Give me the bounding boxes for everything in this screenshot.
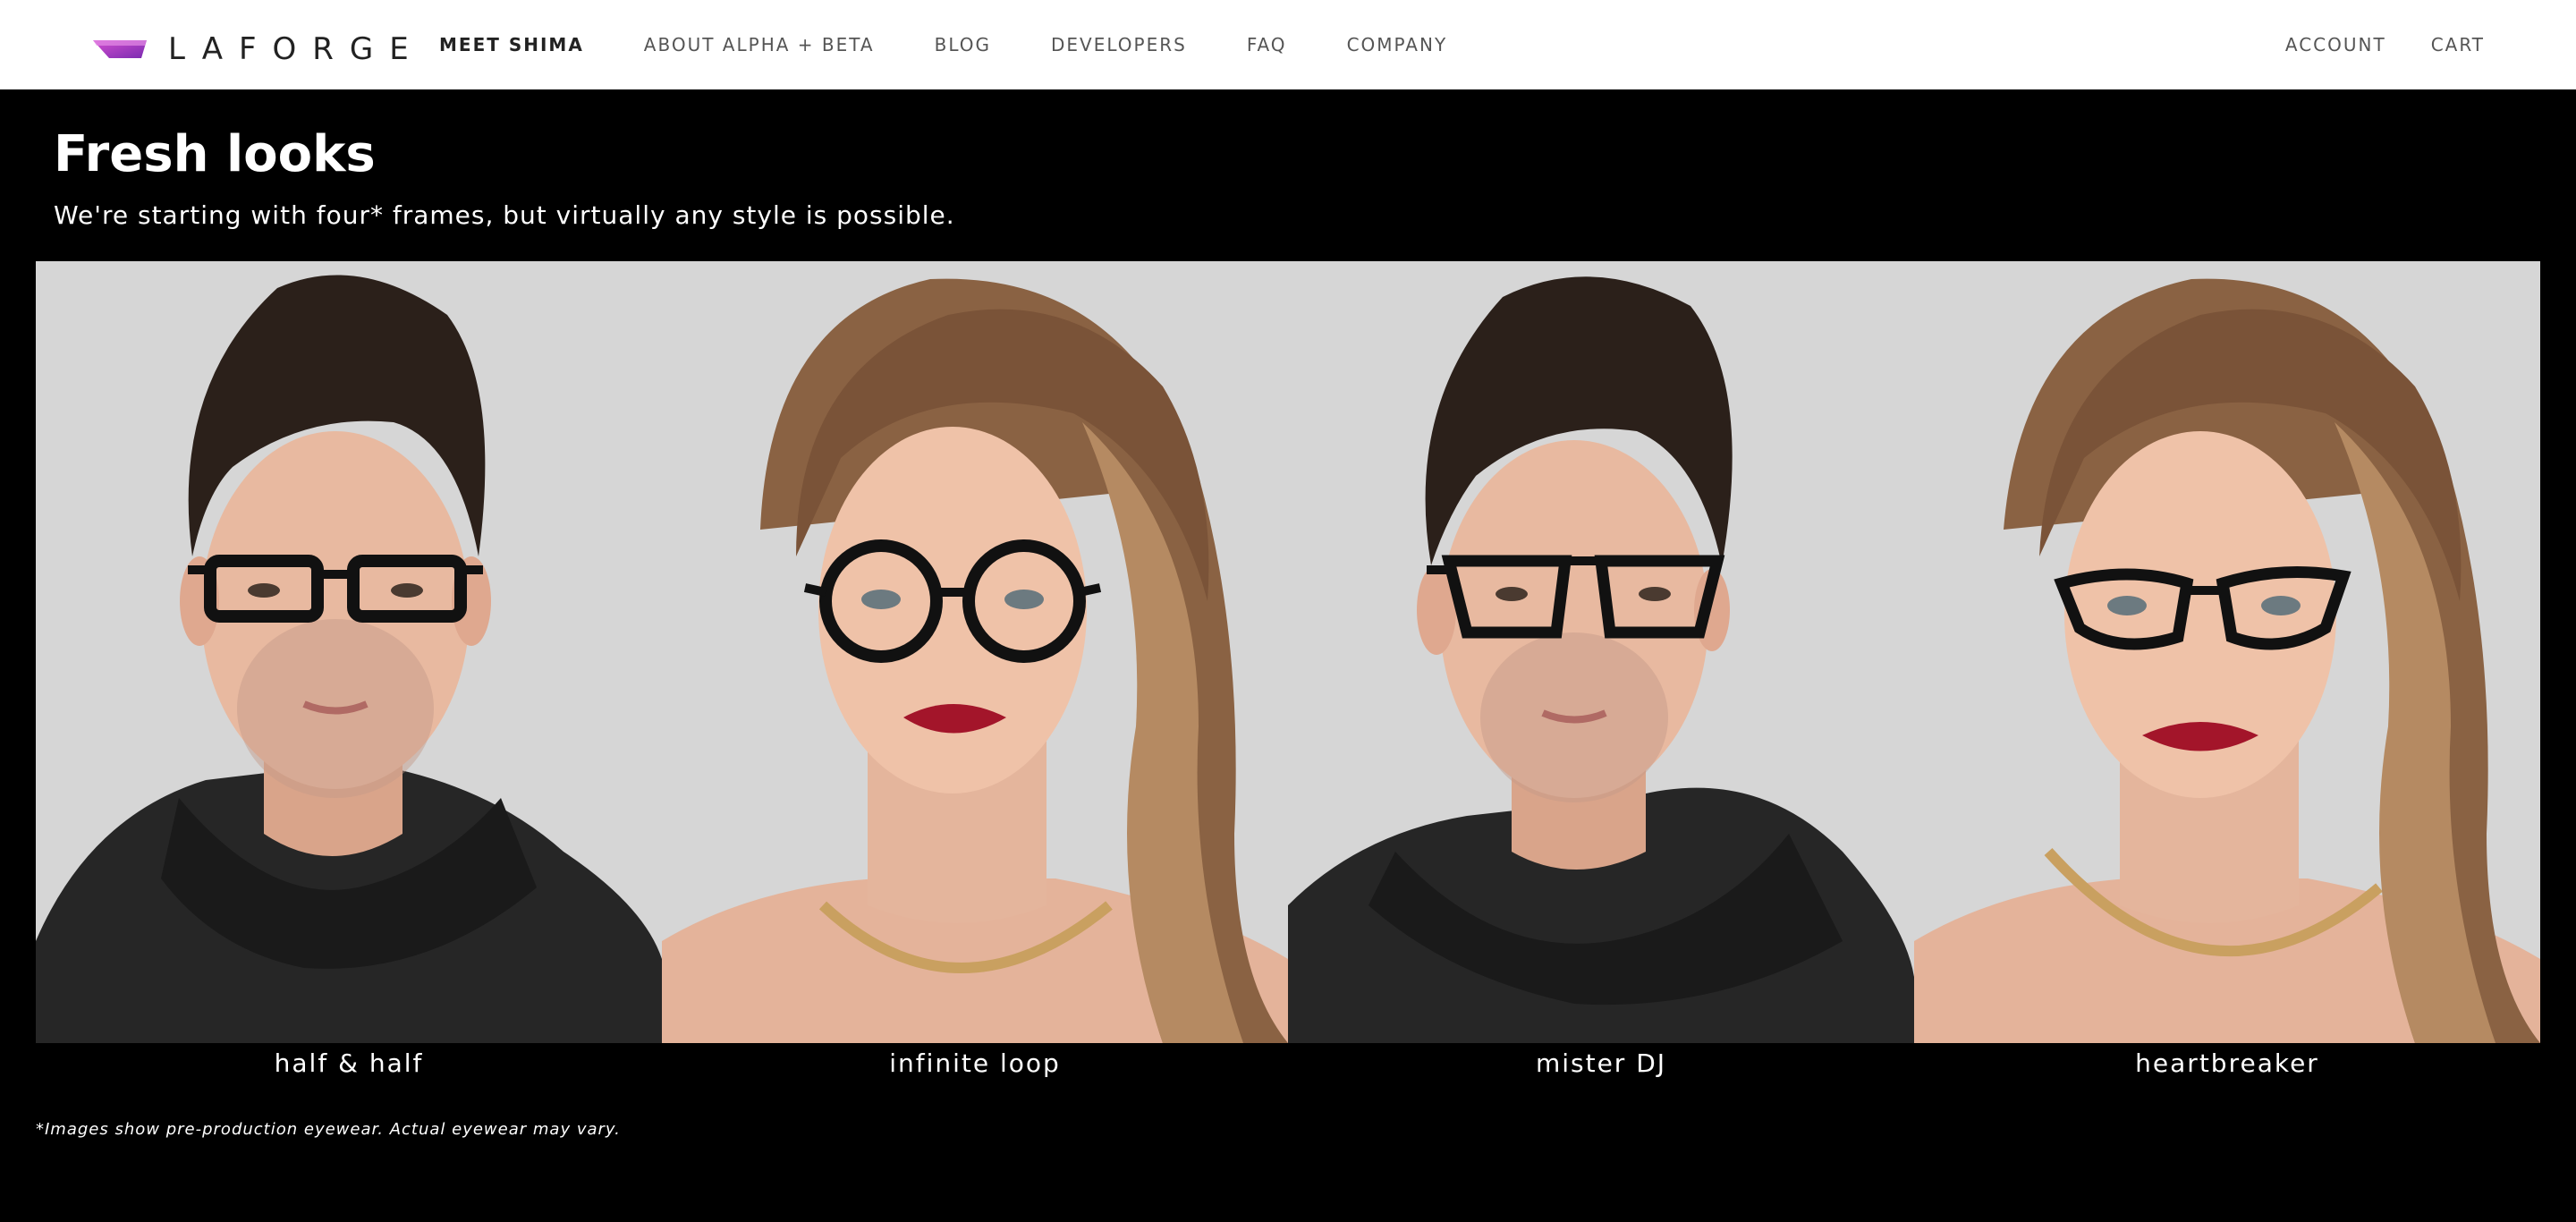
disclaimer-footnote: *Images show pre-production eyewear. Act… <box>36 1120 621 1139</box>
account-link[interactable]: ACCOUNT <box>2285 34 2386 55</box>
page-title: Fresh looks <box>54 125 376 183</box>
frame-photo-infinite-loop <box>662 261 1288 1043</box>
nav-item-about-alpha-beta[interactable]: ABOUT ALPHA + BETA <box>644 34 875 55</box>
main-nav: MEET SHIMA ABOUT ALPHA + BETA BLOG DEVEL… <box>439 0 1507 89</box>
frame-photo-heartbreaker <box>1914 261 2540 1043</box>
frame-photo-half-and-half <box>36 261 662 1043</box>
site-header: LAFORGE MEET SHIMA ABOUT ALPHA + BETA BL… <box>0 0 2576 89</box>
page-subtitle: We're starting with four* frames, but vi… <box>54 200 955 230</box>
laforge-logo-icon <box>93 40 147 58</box>
nav-item-blog[interactable]: BLOG <box>935 34 991 55</box>
frame-name-mister-dj: mister DJ <box>1535 1048 1667 1078</box>
frame-photo-mister-dj <box>1288 261 1914 1043</box>
frames-gallery <box>36 261 2540 1043</box>
portrait-woman-cat-eye-glasses <box>1914 261 2540 1043</box>
nav-item-developers[interactable]: DEVELOPERS <box>1051 34 1187 55</box>
portrait-man-rectangular-glasses <box>36 261 662 1043</box>
frame-captions: half & half infinite loop mister DJ hear… <box>36 1043 2540 1078</box>
portrait-man-square-glasses <box>1288 261 1914 1043</box>
nav-item-meet-shima[interactable]: MEET SHIMA <box>439 34 584 55</box>
account-nav: ACCOUNT CART <box>2241 0 2485 89</box>
nav-item-faq[interactable]: FAQ <box>1247 34 1287 55</box>
nav-item-company[interactable]: COMPANY <box>1347 34 1448 55</box>
frame-name-heartbreaker: heartbreaker <box>2135 1048 2319 1078</box>
frame-name-half-and-half: half & half <box>274 1048 424 1078</box>
brand-logo[interactable]: LAFORGE <box>93 31 425 67</box>
cart-link[interactable]: CART <box>2431 34 2485 55</box>
brand-wordmark: LAFORGE <box>168 31 425 67</box>
portrait-woman-round-glasses <box>662 261 1288 1043</box>
frame-name-infinite-loop: infinite loop <box>889 1048 1061 1078</box>
